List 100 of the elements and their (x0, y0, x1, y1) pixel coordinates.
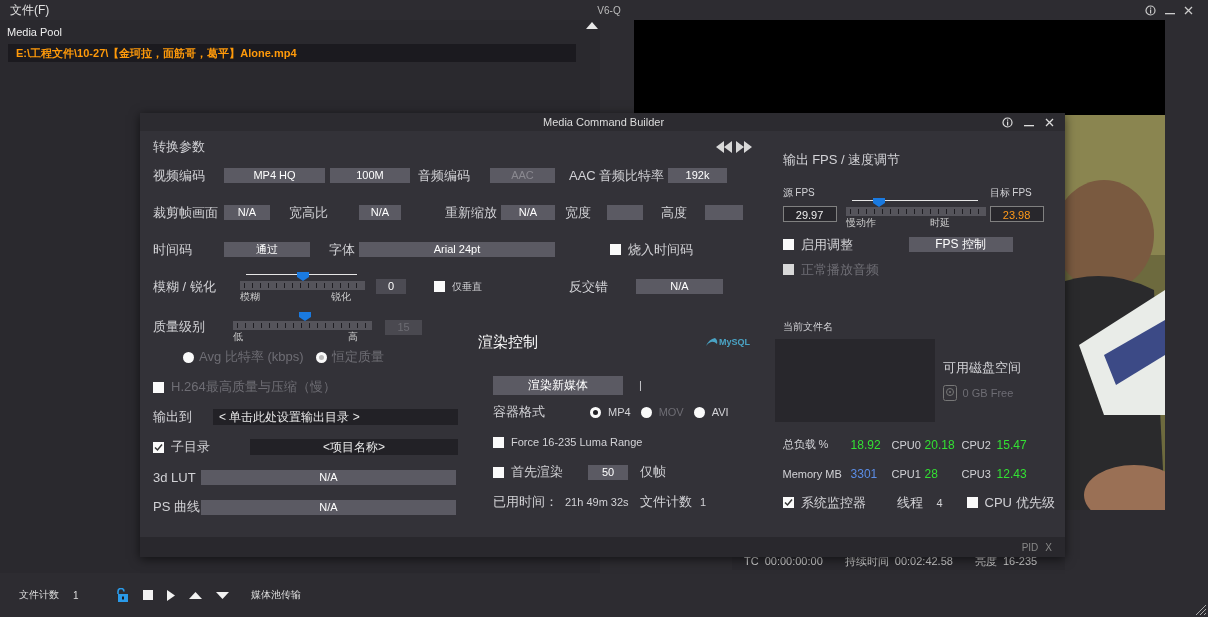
checkbox-label: Force 16-235 Luma Range (511, 436, 643, 448)
file-count: 1 (73, 589, 79, 601)
checkbox-label: 仅垂直 (452, 279, 483, 294)
disk-free-value: 0 GB Free (962, 387, 1014, 399)
subfolder-field[interactable]: <项目名称> (250, 439, 458, 455)
radio-label: AVI (711, 406, 729, 418)
bitrate-dropdown[interactable]: 100M (330, 168, 410, 183)
slider-thumb[interactable] (873, 198, 886, 207)
field-label: 容器格式 (493, 403, 546, 421)
field-label: 当前文件名 (782, 320, 834, 333)
slider-label: 时延 (929, 217, 950, 228)
checkbox[interactable] (493, 436, 504, 448)
slider[interactable] (845, 198, 986, 216)
play-icon[interactable] (166, 589, 175, 601)
field-label: 重新缩放 (445, 203, 498, 222)
section-title: 转换参数 (153, 138, 206, 156)
checkbox[interactable] (610, 244, 621, 255)
frames-field[interactable]: 50 (588, 464, 628, 480)
font-dropdown[interactable]: Arial 24pt (359, 242, 555, 257)
fps-control-button[interactable]: FPS 控制 (908, 237, 1013, 252)
media-pool-transfer-link[interactable]: 媒体池传输 (250, 588, 301, 602)
slider-label: 模糊 (240, 290, 260, 302)
target-fps-field[interactable]: 23.98 (989, 206, 1044, 222)
unit-label: 仅帧 (640, 463, 666, 481)
scroll-up-icon[interactable] (586, 22, 598, 29)
info-value: 16-235 (1002, 555, 1038, 567)
disk-space-label: 可用磁盘空间 (942, 359, 1021, 377)
media-item[interactable]: E:\工程文件\10-27\【金珂拉，面筋哥，葛平】Alone.mp4 (8, 44, 576, 62)
fast-forward-icon[interactable] (736, 141, 752, 153)
field-label: 视频编码 (153, 166, 206, 185)
field-label: 3d LUT (153, 469, 197, 485)
checkbox[interactable] (434, 281, 445, 292)
stat-value: 3301 (850, 466, 878, 481)
slider-label: 低 (233, 331, 243, 342)
up-arrow-icon[interactable] (188, 591, 202, 599)
field-label: 文件计数 (640, 493, 693, 511)
slider-thumb[interactable] (296, 271, 309, 281)
info-icon[interactable] (1144, 4, 1156, 16)
slider[interactable] (233, 312, 372, 330)
radio-button[interactable] (590, 406, 601, 418)
dialog-title: Media Command Builder (543, 116, 665, 128)
radio-label: MOV (658, 406, 684, 418)
stat-label: Memory MB (782, 467, 843, 480)
logo: MySQL (705, 337, 750, 347)
footer-label: PID (1021, 541, 1039, 553)
close-button[interactable]: X (1045, 541, 1052, 553)
close-icon[interactable] (1183, 5, 1193, 15)
height-field[interactable] (705, 205, 743, 220)
width-field[interactable] (607, 205, 643, 220)
checkbox[interactable] (966, 497, 978, 508)
source-fps-field[interactable]: 29.97 (782, 206, 837, 222)
section-title: 渲染控制 (478, 332, 539, 352)
stat-value: 20.18 (924, 437, 955, 452)
down-arrow-icon[interactable] (215, 591, 229, 599)
text-cursor: | (639, 379, 642, 391)
render-button[interactable]: 渲染新媒体 (493, 375, 623, 395)
stop-icon[interactable] (142, 590, 153, 600)
checkbox[interactable] (493, 466, 504, 478)
stat-label: CPU2 (961, 438, 992, 451)
checkbox-label: 烧入时间码 (628, 240, 693, 259)
checkbox-label: 启用调整 (800, 235, 854, 254)
checkbox[interactable] (782, 497, 794, 508)
stat-value: 15.47 (996, 437, 1027, 452)
checkbox[interactable] (153, 441, 164, 453)
checkbox-label: 系统监控器 (800, 493, 867, 512)
audio-bitrate-dropdown[interactable]: 192k (668, 168, 727, 183)
resize-grip-icon[interactable] (1194, 603, 1206, 615)
stat-value: 18.92 (850, 437, 881, 452)
radio-button[interactable] (693, 406, 705, 418)
field-label: 宽高比 (289, 203, 329, 222)
output-folder-field[interactable]: < 单击此处设置输出目录 > (213, 409, 458, 425)
section-title: 输出 FPS / 速度调节 (782, 151, 902, 169)
lut-dropdown[interactable]: N/A (201, 469, 456, 485)
unlocked-padlock-icon[interactable] (114, 588, 129, 602)
video-codec-dropdown[interactable]: MP4 HQ (224, 168, 325, 183)
field-label: 音频编码 (418, 166, 471, 185)
info-icon[interactable] (1002, 116, 1013, 128)
field-label: 裁剪帧画面 (153, 203, 219, 222)
info-value: 00:02:42.58 (894, 555, 953, 567)
checkbox-label: 子目录 (171, 438, 211, 456)
deinterlace-dropdown[interactable]: N/A (636, 279, 723, 294)
rescale-dropdown[interactable]: N/A (501, 205, 555, 220)
panel-title: Media Pool (6, 25, 64, 40)
crop-dropdown[interactable]: N/A (224, 205, 270, 220)
close-icon[interactable] (1045, 117, 1054, 127)
field-label: 质量级别 (153, 318, 206, 336)
value-field[interactable]: 0 (376, 279, 406, 294)
timecode-dropdown[interactable]: 通过 (224, 242, 310, 257)
field-label: 目标 FPS (989, 186, 1033, 200)
curve-dropdown[interactable]: N/A (201, 499, 456, 515)
aspect-dropdown[interactable]: N/A (359, 205, 401, 220)
stat-label: CPU3 (961, 467, 992, 480)
field-label: 字体 (329, 240, 356, 259)
rewind-icon[interactable] (716, 141, 732, 153)
field-label: 模糊 / 锐化 (153, 277, 217, 296)
file-count-label: 文件计数 (19, 588, 59, 602)
checkbox-label: 首先渲染 (511, 463, 564, 481)
checkbox[interactable] (782, 239, 794, 250)
file-menu[interactable]: 文件(F) (10, 1, 50, 19)
field-label: AAC 音频比特率 (569, 166, 666, 185)
